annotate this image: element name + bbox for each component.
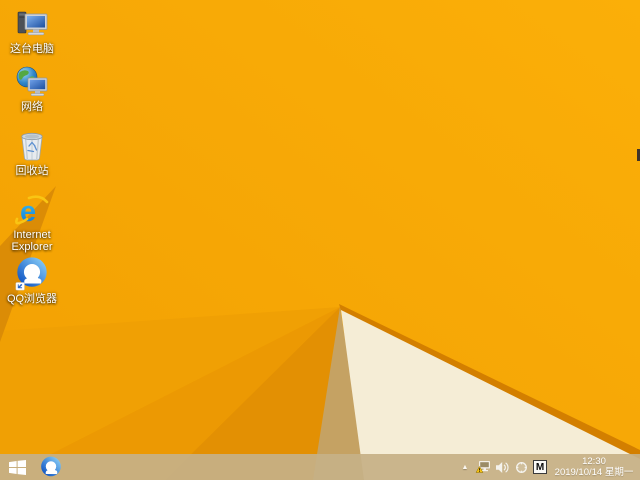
desktop-icon-qq-browser[interactable]: QQ浏览器 — [0, 256, 64, 305]
clock-date: 2019/10/14 星期一 — [554, 467, 634, 478]
ime-indicator[interactable]: M — [533, 460, 547, 474]
qq-browser-icon — [41, 456, 61, 477]
internet-explorer-icon: e — [14, 192, 50, 228]
this-pc-icon — [14, 6, 50, 42]
show-hidden-icons-button[interactable]: ▲ — [460, 454, 470, 480]
desktop-icon-label: 这台电脑 — [10, 43, 54, 55]
desktop-surface[interactable]: 这台电脑 网络 回收站 e Internet Explorer QQ浏览器 ▲ … — [0, 0, 640, 480]
target-circle-icon — [516, 461, 527, 473]
ime-letter: M — [535, 461, 545, 473]
taskbar-qq-browser-button[interactable] — [36, 454, 66, 480]
windows-logo-icon — [8, 459, 26, 475]
desktop-icon-label: 回收站 — [15, 165, 49, 177]
taskbar-clock[interactable]: 12:30 2019/10/14 星期一 — [552, 456, 638, 478]
desktop-icon-label: Internet Explorer — [11, 229, 53, 253]
desktop-icon-network[interactable]: 网络 — [0, 64, 64, 113]
recycle-bin-icon — [14, 128, 50, 164]
volume-button[interactable] — [496, 454, 510, 480]
tray-utility-button[interactable] — [515, 454, 528, 480]
network-warning-icon — [475, 461, 490, 473]
system-tray: ▲ M 12:30 2019/10/14 星期一 — [460, 454, 638, 480]
wallpaper — [0, 0, 640, 480]
clock-time: 12:30 — [582, 456, 606, 467]
taskbar: ▲ M 12:30 2019/10/14 星期一 — [0, 454, 640, 480]
desktop-icon-recycle-bin[interactable]: 回收站 — [0, 128, 64, 177]
desktop-icon-label: 网络 — [21, 101, 43, 113]
desktop-icon-internet-explorer[interactable]: e Internet Explorer — [0, 192, 64, 253]
speaker-icon — [496, 461, 509, 473]
chevron-up-icon: ▲ — [461, 463, 469, 471]
qq-browser-icon — [14, 256, 50, 292]
network-icon — [14, 64, 50, 100]
network-status-button[interactable] — [475, 454, 491, 480]
start-button[interactable] — [2, 454, 32, 480]
desktop-icon-label: QQ浏览器 — [6, 293, 58, 305]
desktop-icon-this-pc[interactable]: 这台电脑 — [0, 6, 64, 55]
